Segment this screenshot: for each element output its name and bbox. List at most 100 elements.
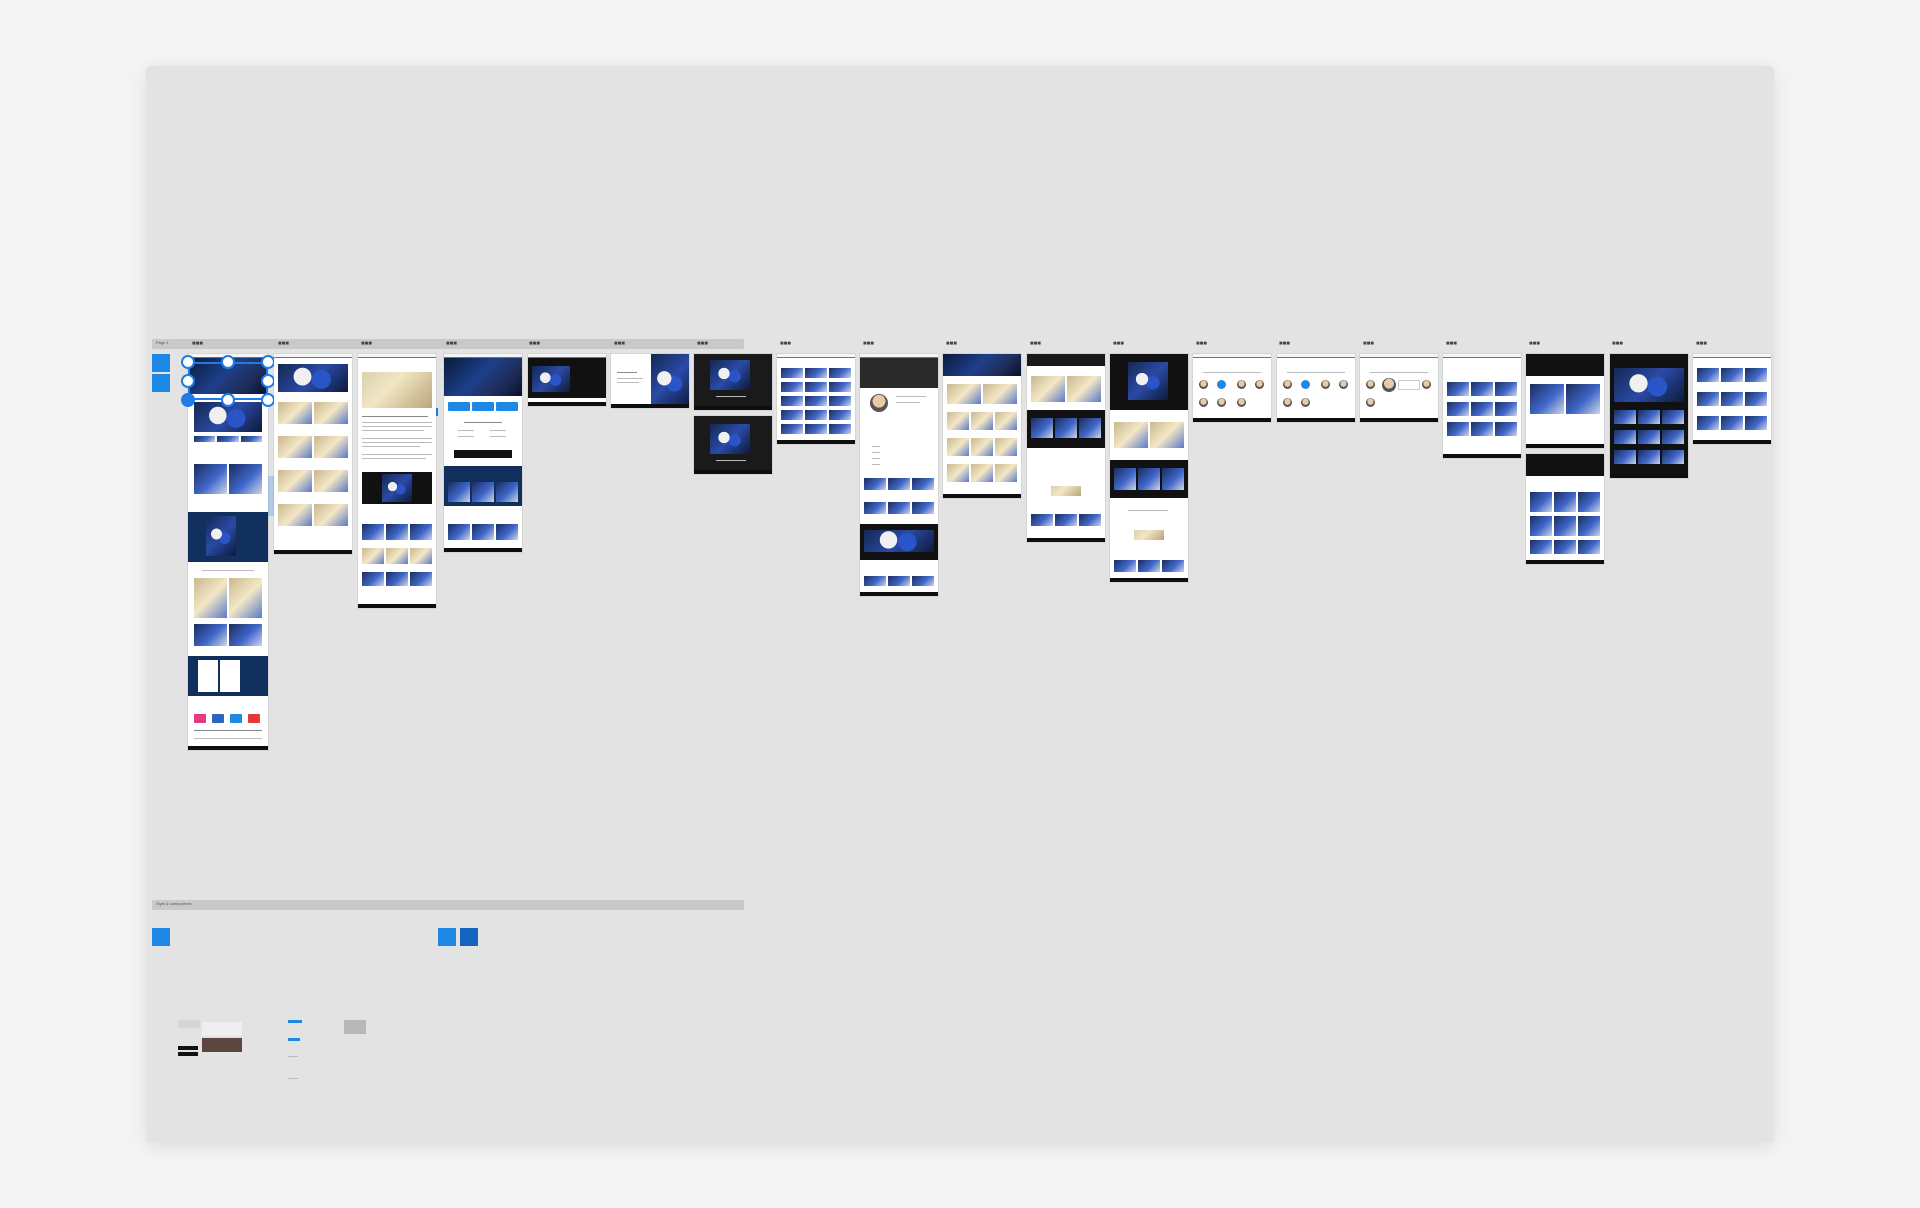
thumbnail-row [362,524,432,540]
component-line [288,1056,298,1057]
frame-menu-icon[interactable]: ■■■ [780,341,791,347]
selection-handle-icon[interactable] [261,374,275,388]
filter-line [1287,372,1345,373]
athlete-avatar[interactable] [1366,398,1375,407]
promo-image [206,516,236,556]
artboard-modal[interactable] [694,416,772,474]
frame-menu-icon[interactable]: ■■■ [1529,341,1540,347]
artboard-results[interactable] [777,354,855,444]
artboard-gallery-detail[interactable] [1526,454,1604,564]
selection-handle-icon[interactable] [221,355,235,369]
athlete-avatar[interactable] [1339,380,1348,389]
component-preview [202,1022,242,1036]
social-button[interactable] [230,714,242,723]
frame-menu-icon[interactable]: ■■■ [1363,341,1374,347]
frame-menu-icon[interactable]: ■■■ [1696,341,1707,347]
artboard-gallery[interactable] [943,354,1021,498]
text-line [1128,510,1168,511]
athlete-avatar[interactable] [1217,398,1226,407]
frame-menu-icon[interactable]: ■■■ [863,341,874,347]
thumbnail-row [1447,382,1517,396]
athlete-avatar[interactable] [1255,380,1264,389]
tab-button[interactable] [496,402,518,411]
artboard-nav [1443,354,1521,358]
artboard-gallery-detail[interactable] [1526,354,1604,448]
social-button[interactable] [212,714,224,723]
tab-button[interactable] [472,402,494,411]
artboard-athletes[interactable] [1277,354,1355,422]
artboard-event[interactable] [444,354,522,552]
frame-menu-icon[interactable]: ■■■ [946,341,957,347]
color-swatch[interactable] [152,374,170,392]
artboard-athlete-card[interactable] [611,354,689,408]
color-swatch[interactable] [438,928,456,946]
athlete-avatar[interactable] [1301,380,1310,389]
artboard-profile[interactable] [860,354,938,596]
artboard-article[interactable] [358,354,436,608]
thumbnail-row [1530,384,1600,414]
frame-menu-icon[interactable]: ■■■ [1612,341,1623,347]
frame-menu-icon[interactable]: ■■■ [1279,341,1290,347]
selection-handle-icon[interactable] [181,374,195,388]
frame-menu-icon[interactable]: ■■■ [1446,341,1457,347]
athlete-avatar[interactable] [1283,380,1292,389]
selection-handle-icon[interactable] [261,355,275,369]
article-image [382,474,412,502]
selection-handle-icon[interactable] [181,355,195,369]
color-swatch[interactable] [152,928,170,946]
selection-handle-icon[interactable] [261,393,275,407]
text-line [872,452,880,453]
thumbnail-row [1114,468,1184,490]
design-canvas[interactable]: Page 1 ■■■ ■■■ ■■■ ■■■ ■■■ ■■■ ■■■ ■■■ ■… [146,66,1774,1142]
frame-menu-icon[interactable]: ■■■ [697,341,708,347]
frame-menu-icon[interactable]: ■■■ [192,341,203,347]
frame-menu-icon[interactable]: ■■■ [1196,341,1207,347]
artboard-athletes[interactable] [1360,354,1438,422]
athlete-avatar[interactable] [1283,398,1292,407]
scrollbar[interactable] [436,408,438,416]
frame-menu-icon[interactable]: ■■■ [1030,341,1041,347]
color-swatch[interactable] [152,354,170,372]
athlete-avatar[interactable] [1301,398,1310,407]
section-bar-styles[interactable]: Style & components [152,900,744,910]
artboard-videos[interactable] [1693,354,1771,444]
frame-menu-icon[interactable]: ■■■ [529,341,540,347]
athlete-avatar[interactable] [1321,380,1330,389]
frame-menu-icon[interactable]: ■■■ [614,341,625,347]
artboard-modal[interactable] [694,354,772,410]
result-row [781,396,851,406]
selection-handle-icon[interactable] [181,393,195,407]
artboard-photos[interactable] [1443,354,1521,458]
thumbnail-row [1447,402,1517,416]
artboard-competition[interactable] [1027,354,1105,542]
social-button[interactable] [194,714,206,723]
athlete-avatar[interactable] [1382,378,1396,392]
artboard-video-hub[interactable] [1610,354,1688,478]
thumbnail-row [1530,540,1600,554]
artboard-live[interactable] [1110,354,1188,582]
frame-menu-icon[interactable]: ■■■ [446,341,457,347]
athlete-avatar[interactable] [1422,380,1431,389]
athlete-avatar[interactable] [1366,380,1375,389]
frame-menu-icon[interactable]: ■■■ [278,341,289,347]
thumbnail-row [278,504,348,526]
color-swatch[interactable] [460,928,478,946]
athlete-avatar[interactable] [1199,380,1208,389]
artboard-athletes[interactable] [1193,354,1271,422]
social-button[interactable] [248,714,260,723]
frame-menu-icon[interactable]: ■■■ [1113,341,1124,347]
athlete-avatar[interactable] [1237,380,1246,389]
selection-handle-icon[interactable] [221,393,235,407]
athlete-avatar[interactable] [1217,380,1226,389]
tab-button[interactable] [448,402,470,411]
artboard-news[interactable] [274,354,352,554]
frame-menu-icon[interactable]: ■■■ [361,341,372,347]
text-line [716,460,746,461]
athlete-avatar[interactable] [1237,398,1246,407]
section-label-page: Page 1 [156,340,169,345]
artboard-video[interactable] [528,354,606,406]
athlete-avatar[interactable] [1199,398,1208,407]
artboard-nav [1277,354,1355,358]
artboard-home[interactable] [188,354,268,750]
thumbnail-row [1697,416,1767,430]
